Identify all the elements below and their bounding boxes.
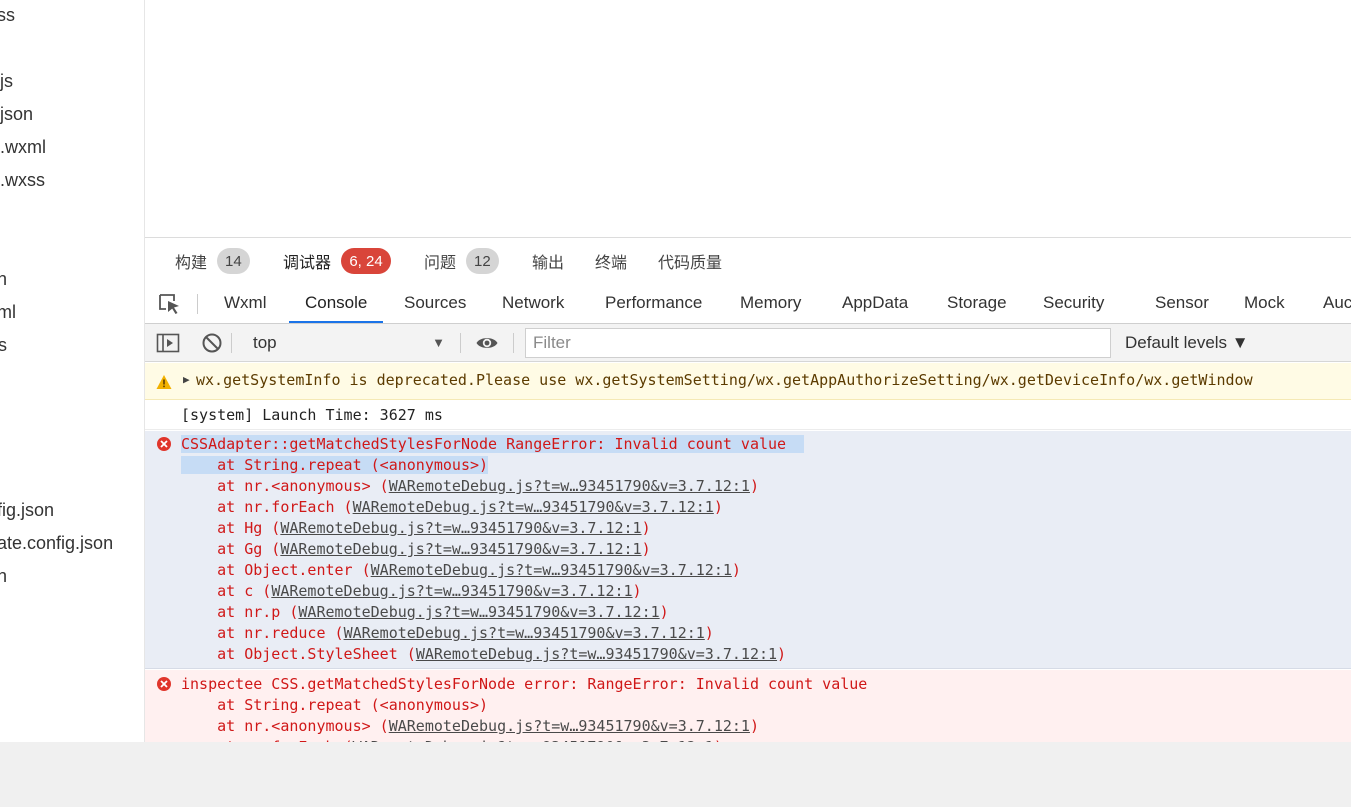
error-icon	[157, 437, 171, 451]
stack-frame: at nr.reduce (WARemoteDebug.js?t=w…93451…	[181, 624, 714, 642]
filter-input[interactable]	[525, 328, 1111, 358]
stack-frame: at Object.StyleSheet (WARemoteDebug.js?t…	[181, 645, 787, 663]
inspect-element-icon[interactable]	[157, 292, 183, 316]
file-tree-item[interactable]: ate.config.json	[0, 532, 113, 554]
tab-code-quality[interactable]: 代码质量	[658, 248, 722, 274]
source-link[interactable]: WARemoteDebug.js?t=w…93451790&v=3.7.12:1	[271, 582, 632, 600]
count-badge: 6, 24	[341, 248, 392, 274]
file-tree-item[interactable]: s	[0, 334, 7, 356]
stack-repeat: at String.repeat (<anonymous>)	[181, 456, 489, 474]
clear-console-icon[interactable]	[200, 331, 224, 355]
tab-output[interactable]: 输出	[532, 248, 564, 274]
tab-performance[interactable]: Performance	[605, 284, 702, 323]
source-link[interactable]: WARemoteDebug.js?t=w…93451790&v=3.7.12:1	[353, 498, 714, 516]
source-link[interactable]: WARemoteDebug.js?t=w…93451790&v=3.7.12:1	[280, 540, 641, 558]
source-link[interactable]: WARemoteDebug.js?t=w…93451790&v=3.7.12:1	[389, 717, 750, 735]
divider	[231, 333, 232, 353]
bottom-bar	[0, 742, 1351, 807]
dropdown-arrow-icon: ▼	[432, 335, 445, 350]
source-link[interactable]: WARemoteDebug.js?t=w…93451790&v=3.7.12:1	[371, 561, 732, 579]
file-tree-item[interactable]: .wxml	[0, 136, 46, 158]
tab-storage[interactable]: Storage	[947, 284, 1007, 323]
devtools-window: ss js json .wxml .wxss n ml s fig.json a…	[0, 0, 1351, 807]
tab-mock[interactable]: Mock	[1244, 284, 1285, 323]
debug-top-tabs: 构建 14 调试器 6, 24 问题 12 输出 终端 代码质量	[145, 238, 1351, 284]
file-tree: ss js json .wxml .wxss n ml s fig.json a…	[0, 0, 145, 742]
stack-frame: at Gg (WARemoteDebug.js?t=w…93451790&v=3…	[181, 540, 651, 558]
warning-icon	[156, 375, 172, 389]
tab-security[interactable]: Security	[1043, 284, 1104, 323]
tab-problems[interactable]: 问题 12	[424, 248, 499, 274]
error-icon	[157, 677, 171, 691]
eye-icon[interactable]	[475, 331, 499, 355]
tab-label: 终端	[595, 255, 628, 272]
tab-sources[interactable]: Sources	[404, 284, 466, 323]
tab-debugger[interactable]: 调试器 6, 24	[283, 248, 392, 274]
tab-label: 构建	[175, 255, 208, 272]
context-value: top	[253, 333, 277, 352]
tab-label: 调试器	[283, 255, 332, 272]
source-link[interactable]: WARemoteDebug.js?t=w…93451790&v=3.7.12:1	[298, 603, 659, 621]
log-levels-select[interactable]: Default levels ▼	[1125, 330, 1249, 356]
tab-sensor[interactable]: Sensor	[1155, 284, 1209, 323]
divider	[460, 333, 461, 353]
console-log-message: [system] Launch Time: 3627 ms	[145, 401, 1351, 430]
devtools-panel: 构建 14 调试器 6, 24 问题 12 输出 终端 代码质量 Wxml Co…	[145, 238, 1351, 768]
file-tree-item[interactable]: n	[0, 268, 7, 290]
stack-frame: at nr.<anonymous> (WARemoteDebug.js?t=w……	[181, 717, 759, 735]
console-toolbar: top ▼ Default levels ▼	[145, 324, 1351, 362]
file-tree-item[interactable]: .wxss	[0, 169, 45, 191]
tab-wxml[interactable]: Wxml	[224, 284, 266, 323]
file-tree-item[interactable]: ss	[0, 4, 15, 26]
file-tree-item[interactable]: fig.json	[0, 499, 54, 521]
count-badge: 14	[217, 248, 250, 274]
console-error-message[interactable]: CSSAdapter::getMatchedStylesForNode Rang…	[145, 431, 1351, 669]
tab-audits[interactable]: Auc	[1323, 284, 1351, 323]
error-stack: CSSAdapter::getMatchedStylesForNode Rang…	[181, 434, 805, 665]
file-tree-item[interactable]: json	[0, 103, 33, 125]
file-tree-item[interactable]: ml	[0, 301, 16, 323]
context-select[interactable]: top ▼	[241, 330, 451, 356]
tab-terminal[interactable]: 终端	[595, 248, 627, 274]
tab-network[interactable]: Network	[502, 284, 564, 323]
file-tree-item[interactable]: js	[0, 70, 13, 92]
stack-frame: at nr.p (WARemoteDebug.js?t=w…93451790&v…	[181, 603, 669, 621]
source-link[interactable]: WARemoteDebug.js?t=w…93451790&v=3.7.12:1	[389, 477, 750, 495]
warning-text: wx.getSystemInfo is deprecated.Please us…	[196, 371, 1253, 389]
stack-frame: at Object.enter (WARemoteDebug.js?t=w…93…	[181, 561, 741, 579]
selection-pad	[786, 435, 805, 453]
file-tree-item[interactable]: n	[0, 565, 7, 587]
divider	[513, 333, 514, 353]
expand-arrow-icon[interactable]: ▶	[183, 373, 190, 386]
divider	[197, 294, 198, 314]
log-text: [system] Launch Time: 3627 ms	[181, 406, 443, 424]
stack-frame: at nr.forEach (WARemoteDebug.js?t=w…9345…	[181, 498, 723, 516]
sidebar-toggle-icon[interactable]	[156, 331, 180, 355]
tab-label: 代码质量	[658, 255, 723, 272]
console-messages: ▶ wx.getSystemInfo is deprecated.Please …	[145, 362, 1351, 768]
tab-memory[interactable]: Memory	[740, 284, 801, 323]
stack-repeat: at String.repeat (<anonymous>)	[181, 696, 489, 714]
devtools-panel-tabs: Wxml Console Sources Network Performance…	[145, 284, 1351, 324]
stack-frame: at Hg (WARemoteDebug.js?t=w…93451790&v=3…	[181, 519, 651, 537]
console-warning-message[interactable]: ▶ wx.getSystemInfo is deprecated.Please …	[145, 363, 1351, 400]
count-badge: 12	[466, 248, 499, 274]
stack-frame: at c (WARemoteDebug.js?t=w…93451790&v=3.…	[181, 582, 642, 600]
stack-frame: at nr.<anonymous> (WARemoteDebug.js?t=w……	[181, 477, 759, 495]
source-link[interactable]: WARemoteDebug.js?t=w…93451790&v=3.7.12:1	[344, 624, 705, 642]
source-link[interactable]: WARemoteDebug.js?t=w…93451790&v=3.7.12:1	[280, 519, 641, 537]
tab-build[interactable]: 构建 14	[175, 248, 250, 274]
error-head: inspectee CSS.getMatchedStylesForNode er…	[181, 675, 868, 693]
tab-appdata[interactable]: AppData	[842, 284, 908, 323]
error-head: CSSAdapter::getMatchedStylesForNode Rang…	[181, 435, 787, 453]
simulator-area	[145, 0, 1351, 238]
tab-label: 输出	[532, 255, 565, 272]
tab-label: 问题	[424, 255, 457, 272]
tab-console[interactable]: Console	[289, 284, 384, 323]
source-link[interactable]: WARemoteDebug.js?t=w…93451790&v=3.7.12:1	[416, 645, 777, 663]
